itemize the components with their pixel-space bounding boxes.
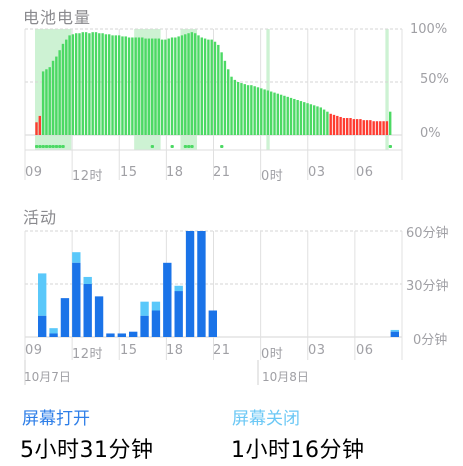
activity-date-label: 10月7日 (24, 370, 71, 384)
activity-bar-screen-on (49, 333, 58, 337)
activity-bar-screen-on (129, 331, 138, 337)
activity-bar-screen-off (72, 252, 81, 263)
screen-on-value: 5小时31分钟 (20, 438, 154, 463)
activity-x-tick: 09 (25, 343, 43, 358)
activity-y-tick-60: 60分钟 (406, 226, 449, 241)
activity-bar-screen-off (38, 273, 47, 316)
activity-x-tick: 18 (166, 343, 184, 358)
activity-y-tick-30: 30分钟 (406, 279, 449, 294)
activity-bar-screen-on (106, 333, 115, 337)
activity-x-tick: 03 (308, 343, 326, 358)
activity-bar-screen-off (140, 301, 149, 316)
activity-x-tick: 21 (213, 343, 231, 358)
activity-bar-screen-on (163, 262, 172, 337)
screen-on-label: 屏幕打开 (22, 409, 90, 429)
activity-bar-screen-on (185, 231, 195, 337)
screen-off-value: 1小时16分钟 (231, 438, 365, 463)
activity-bar-screen-off (49, 328, 58, 334)
activity-bar-screen-on (208, 310, 217, 337)
activity-bar-screen-on (140, 315, 149, 337)
activity-bar-screen-off (390, 329, 399, 332)
activity-x-tick: 12时 (72, 347, 104, 362)
activity-chart (24, 230, 403, 385)
activity-bar-screen-off (151, 301, 161, 311)
activity-x-tick: 0时 (261, 347, 284, 362)
activity-bar-screen-on (151, 310, 161, 337)
activity-bar-screen-off (174, 285, 183, 292)
activity-bar-screen-on (117, 333, 126, 337)
activity-bar-screen-on (197, 231, 206, 337)
activity-bar-screen-on (174, 291, 183, 337)
activity-bar-screen-on (390, 331, 399, 337)
activity-y-tick-0: 0分钟 (413, 333, 448, 348)
activity-date-label: 10月8日 (262, 370, 309, 384)
activity-bar-screen-on (72, 262, 81, 337)
activity-x-tick: 15 (120, 343, 138, 358)
activity-bar-screen-on (60, 298, 70, 337)
activity-bar-screen-on (38, 315, 47, 337)
activity-bar-screen-on (83, 284, 92, 337)
activity-x-tick: 06 (356, 343, 374, 358)
activity-bar-screen-off (83, 276, 92, 284)
screen-off-label: 屏幕关闭 (232, 409, 300, 429)
activity-bar-screen-on (94, 296, 104, 337)
